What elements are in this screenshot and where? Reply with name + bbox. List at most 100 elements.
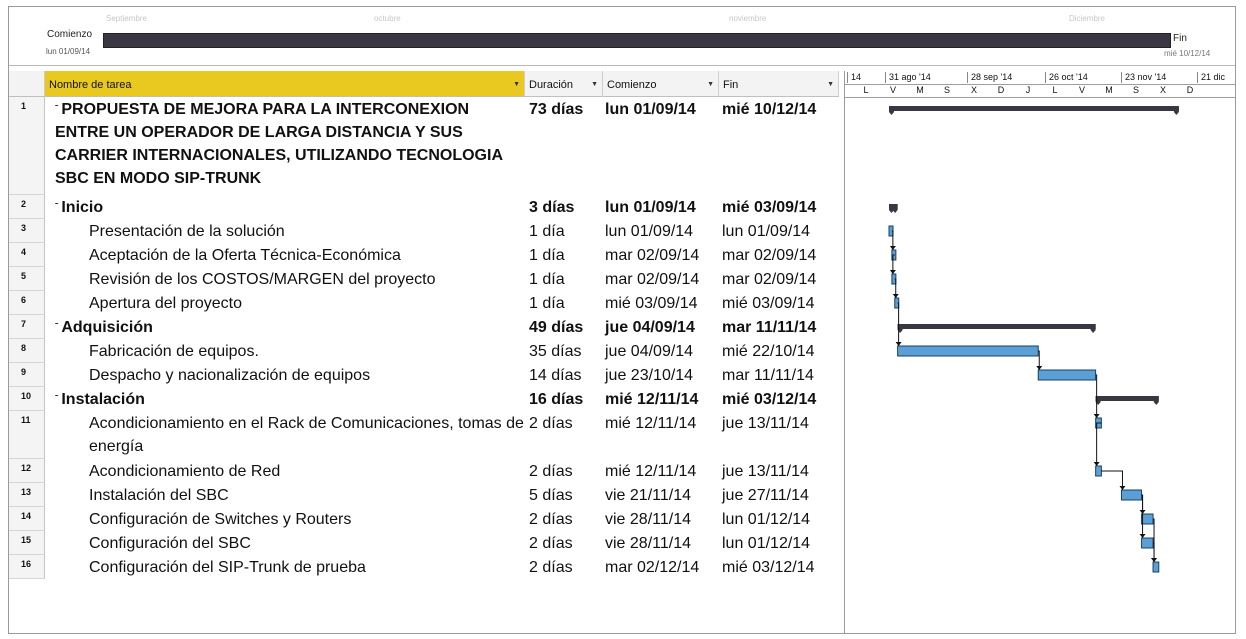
task-name[interactable]: ˉ Inicio: [55, 196, 525, 219]
table-row[interactable]: 13 Instalación del SBC 5 días vie 21/11/14 j…: [9, 483, 839, 507]
gantt-summary-cap[interactable]: [892, 204, 898, 213]
task-duration[interactable]: 73 días: [529, 101, 583, 119]
table-row[interactable]: 9 Despacho y nacionalización de equipos 14…: [9, 363, 839, 387]
task-duration[interactable]: 49 días: [529, 319, 583, 337]
chevron-down-icon[interactable]: ▼: [513, 81, 520, 88]
task-duration[interactable]: 2 días: [529, 415, 573, 433]
gantt-summary-cap[interactable]: [1090, 324, 1096, 333]
task-start[interactable]: jue 04/09/14: [605, 319, 695, 337]
table-row[interactable]: 5 Revisión de los COSTOS/MARGEN del proye…: [9, 267, 839, 291]
table-row[interactable]: 1 ˉ PROPUESTA DE MEJORA PARA LA INTERCONEX…: [9, 97, 839, 195]
row-id[interactable]: 6: [9, 291, 45, 315]
row-id[interactable]: 11: [9, 411, 45, 459]
gantt-task-bar[interactable]: [1037, 369, 1097, 381]
task-finish[interactable]: jue 27/11/14: [722, 487, 809, 505]
gantt-link-arrow[interactable]: [895, 342, 902, 346]
row-id[interactable]: 2: [9, 195, 45, 219]
task-duration[interactable]: 2 días: [529, 463, 573, 481]
row-id[interactable]: 12: [9, 459, 45, 483]
collapse-icon[interactable]: ˉ: [55, 104, 58, 115]
gantt-task-bar[interactable]: [1141, 513, 1154, 525]
task-start[interactable]: lun 01/09/14: [605, 223, 693, 241]
row-id[interactable]: 7: [9, 315, 45, 339]
row-header-corner[interactable]: [9, 71, 45, 97]
task-name[interactable]: Configuración del SIP-Trunk de prueba: [89, 556, 525, 579]
gantt-link-arrow[interactable]: [1093, 462, 1100, 466]
chevron-down-icon[interactable]: ▼: [707, 81, 714, 88]
task-finish[interactable]: mié 03/09/14: [722, 199, 816, 217]
table-row[interactable]: 2 ˉ Inicio 3 días lun 01/09/14 mié 03/09/14: [9, 195, 839, 219]
gantt-link-arrow[interactable]: [1151, 558, 1158, 562]
gantt-summary-cap[interactable]: [1173, 106, 1179, 115]
task-start[interactable]: mié 03/09/14: [605, 295, 698, 313]
table-row[interactable]: 14 Configuración de Switches y Routers 2 d…: [9, 507, 839, 531]
table-row[interactable]: 3 Presentación de la solución 1 día lun 01/…: [9, 219, 839, 243]
table-row[interactable]: 15 Configuración del SBC 2 días vie 28/11/1…: [9, 531, 839, 555]
table-row[interactable]: 12 Acondicionamiento de Red 2 días mié 12/1…: [9, 459, 839, 483]
task-finish[interactable]: jue 13/11/14: [722, 463, 809, 481]
task-start[interactable]: vie 28/11/14: [605, 511, 691, 529]
task-duration[interactable]: 2 días: [529, 511, 573, 529]
gantt-dependency-link[interactable]: [1096, 422, 1102, 466]
column-header-name[interactable]: Nombre de tarea ▼: [45, 71, 525, 97]
task-name[interactable]: ˉ PROPUESTA DE MEJORA PARA LA INTERCONEXI…: [55, 98, 525, 190]
task-finish[interactable]: lun 01/12/14: [722, 511, 810, 529]
task-name[interactable]: Apertura del proyecto: [89, 292, 525, 315]
task-duration[interactable]: 14 días: [529, 367, 581, 385]
task-finish[interactable]: mar 11/11/14: [722, 367, 814, 385]
task-name[interactable]: Despacho y nacionalización de equipos: [89, 364, 525, 387]
task-duration[interactable]: 3 días: [529, 199, 574, 217]
collapse-icon[interactable]: ˉ: [55, 394, 58, 405]
gantt-task-bar[interactable]: [1095, 465, 1102, 477]
row-id[interactable]: 3: [9, 219, 45, 243]
table-row[interactable]: 16 Configuración del SIP-Trunk de prueba 2…: [9, 555, 839, 579]
task-finish[interactable]: lun 01/12/14: [722, 535, 810, 553]
gantt-summary-bar[interactable]: [889, 106, 1179, 111]
task-duration[interactable]: 16 días: [529, 391, 583, 409]
task-start[interactable]: mié 12/11/14: [605, 415, 696, 433]
task-start[interactable]: jue 23/10/14: [605, 367, 693, 385]
gantt-link-arrow[interactable]: [1119, 486, 1126, 490]
task-name[interactable]: Acondicionamiento de Red: [89, 460, 525, 483]
task-start[interactable]: mar 02/12/14: [605, 559, 699, 577]
row-id[interactable]: 5: [9, 267, 45, 291]
gantt-summary-bar[interactable]: [1095, 396, 1159, 401]
gantt-link-arrow[interactable]: [1139, 534, 1146, 538]
gantt-dependency-link[interactable]: [1101, 470, 1123, 490]
row-id[interactable]: 10: [9, 387, 45, 411]
gantt-task-bar[interactable]: [1141, 537, 1154, 549]
task-finish[interactable]: mié 03/12/14: [722, 559, 815, 577]
task-name[interactable]: Acondicionamiento en el Rack de Comunica…: [89, 412, 525, 458]
task-finish[interactable]: mar 02/09/14: [722, 247, 816, 265]
task-name[interactable]: Configuración de Switches y Routers: [89, 508, 525, 531]
column-header-finish[interactable]: Fin ▼: [719, 71, 839, 97]
row-id[interactable]: 14: [9, 507, 45, 531]
task-name[interactable]: Configuración del SBC: [89, 532, 525, 555]
task-name[interactable]: Fabricación de equipos.: [89, 340, 525, 363]
row-id[interactable]: 13: [9, 483, 45, 507]
gantt-link-arrow[interactable]: [1093, 414, 1100, 418]
gantt-body[interactable]: [845, 97, 1235, 633]
task-start[interactable]: mié 12/11/14: [605, 391, 698, 409]
row-id[interactable]: 8: [9, 339, 45, 363]
task-start[interactable]: vie 21/11/14: [605, 487, 691, 505]
chevron-down-icon[interactable]: ▼: [827, 81, 834, 88]
table-row[interactable]: 11 Acondicionamiento en el Rack de Comuni…: [9, 411, 839, 459]
task-start[interactable]: vie 28/11/14: [605, 535, 691, 553]
task-duration[interactable]: 2 días: [529, 559, 573, 577]
table-row[interactable]: 6 Apertura del proyecto 1 día mié 03/09/14 m…: [9, 291, 839, 315]
task-name[interactable]: Instalación del SBC: [89, 484, 525, 507]
row-id[interactable]: 4: [9, 243, 45, 267]
table-row[interactable]: 7 ˉ Adquisición 49 días jue 04/09/14 mar 11/1…: [9, 315, 839, 339]
task-duration[interactable]: 1 día: [529, 247, 565, 265]
task-duration[interactable]: 1 día: [529, 271, 565, 289]
task-finish[interactable]: mié 10/12/14: [722, 101, 816, 119]
task-name[interactable]: Aceptación de la Oferta Técnica-Económic…: [89, 244, 525, 267]
collapse-icon[interactable]: ˉ: [55, 202, 58, 213]
gantt-chart[interactable]: 14 31 ago '14 28 sep '14 26 oct '14 23 nov '…: [844, 71, 1235, 633]
task-name[interactable]: Presentación de la solución: [89, 220, 525, 243]
gantt-link-arrow[interactable]: [892, 294, 899, 298]
task-finish[interactable]: mar 02/09/14: [722, 271, 816, 289]
row-id[interactable]: 16: [9, 555, 45, 579]
gantt-task-bar[interactable]: [1152, 561, 1160, 573]
